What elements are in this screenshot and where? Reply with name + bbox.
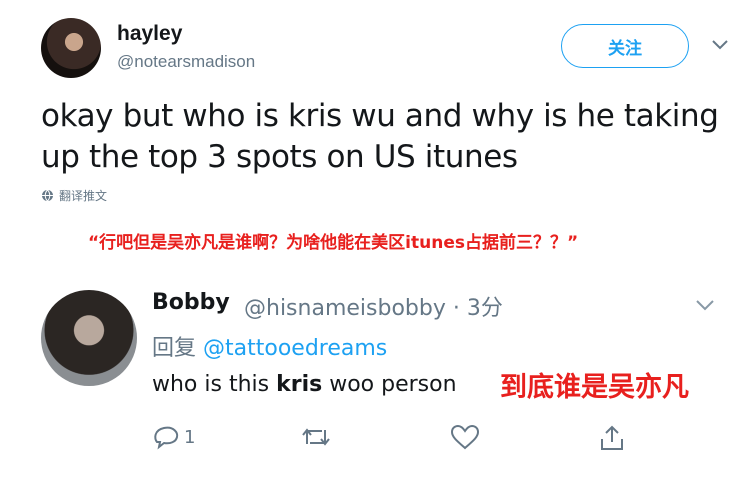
chevron-down-icon[interactable] xyxy=(695,298,715,312)
tweet-text: okay but who is kris wu and why is he ta… xyxy=(41,98,719,175)
retweet-button[interactable] xyxy=(300,424,332,450)
reply-to-line: 回复 @tattooedreams xyxy=(152,330,387,362)
reply-button[interactable]: 1 xyxy=(152,424,195,450)
globe-icon xyxy=(42,189,53,202)
display-name[interactable]: hayley xyxy=(117,22,182,46)
follow-button[interactable]: 关注 xyxy=(561,24,689,68)
reply-icon xyxy=(154,426,179,450)
red-overlay-caption: 到底谁是吴亦凡 xyxy=(500,372,689,403)
user-handle-bobby[interactable]: @hisnameisbobby · 3分 xyxy=(244,290,503,322)
user-handle[interactable]: @notearsmadison xyxy=(117,52,255,72)
like-button[interactable] xyxy=(450,424,480,450)
reply-mention-link[interactable]: @tattooedreams xyxy=(203,336,387,361)
reply-count: 1 xyxy=(184,426,196,448)
avatar-hayley[interactable] xyxy=(41,18,101,78)
display-name-bobby[interactable]: Bobby xyxy=(152,290,230,315)
reply-text-bold: kris xyxy=(276,372,323,397)
translate-tweet-link[interactable]: 翻译推文 xyxy=(41,187,107,204)
divider xyxy=(0,270,750,282)
reply-text-after: woo person xyxy=(322,372,457,397)
translate-label: 翻译推文 xyxy=(59,189,108,203)
share-icon xyxy=(601,425,623,450)
red-caption: “行吧但是吴亦凡是谁啊？为啥他能在美区itunes占据前三？？” xyxy=(88,233,579,253)
share-button[interactable] xyxy=(598,424,626,452)
retweet-icon xyxy=(302,428,330,446)
avatar-bobby[interactable] xyxy=(41,290,137,386)
chevron-down-icon[interactable] xyxy=(711,38,729,52)
tweet-actions: 1 xyxy=(152,424,642,458)
reply-prefix: 回复 xyxy=(152,336,197,361)
like-icon xyxy=(450,424,480,450)
reply-text-before: who is this xyxy=(152,372,277,397)
reply-text: who is this kris woo person xyxy=(152,372,457,397)
